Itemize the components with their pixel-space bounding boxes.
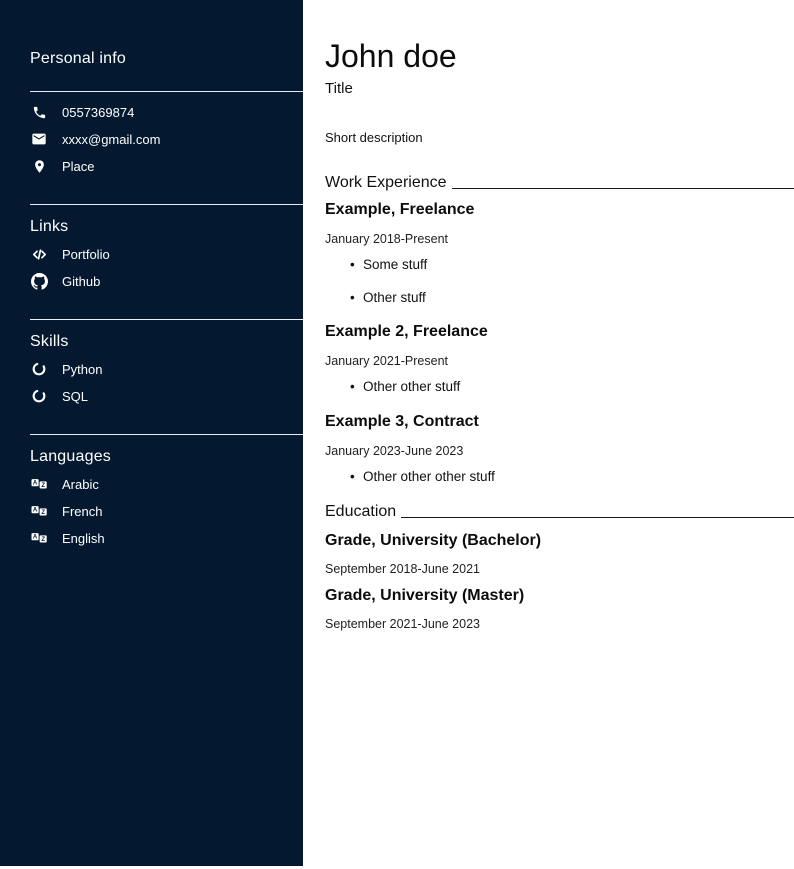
degree-period: September 2018-June 2021 — [325, 562, 794, 576]
sidebar: Personal info 0557369874 xxxx@gmail.com — [0, 0, 303, 866]
skill-item: SQL — [30, 387, 303, 405]
skill-label: Python — [62, 362, 102, 377]
svg-text:Z: Z — [41, 510, 45, 516]
language-item: AZ English — [30, 529, 303, 547]
degree-period: September 2021-June 2023 — [325, 617, 794, 631]
svg-text:A: A — [33, 508, 38, 514]
location-row: Place — [30, 157, 303, 175]
header-rule — [452, 188, 794, 189]
circle-notch-icon — [30, 360, 48, 378]
bullet-item: Other stuff — [325, 291, 794, 306]
job-bullets: Other other other stuff — [325, 470, 794, 485]
email-address: xxxx@gmail.com — [62, 132, 160, 147]
language-label: French — [62, 504, 102, 519]
skills-section: Skills Python SQL — [30, 320, 303, 434]
svg-text:A: A — [33, 535, 38, 541]
job-bullets: Other other stuff — [325, 380, 794, 395]
job-bullets: Some stuff Other stuff — [325, 258, 794, 306]
work-entry: Example, Freelance January 2018-Present … — [325, 201, 794, 306]
person-title: Title — [325, 80, 794, 97]
job-period: January 2018-Present — [325, 232, 794, 246]
education-entry: Grade, University (Master) September 202… — [325, 587, 794, 631]
resume-page: Personal info 0557369874 xxxx@gmail.com — [0, 0, 794, 869]
person-name: John doe — [325, 38, 794, 75]
language-icon: AZ — [30, 529, 48, 547]
skill-item: Python — [30, 360, 303, 378]
portfolio-label: Portfolio — [62, 247, 110, 262]
education-header: Education — [325, 503, 794, 521]
language-icon: AZ — [30, 475, 48, 493]
degree-title: Grade, University (Master) — [325, 587, 794, 605]
job-title: Example 3, Contract — [325, 413, 794, 431]
location-text: Place — [62, 159, 95, 174]
language-item: AZ Arabic — [30, 475, 303, 493]
personal-info-heading: Personal info — [30, 50, 303, 68]
phone-icon — [30, 103, 48, 121]
location-pin-icon — [30, 157, 48, 175]
education-heading: Education — [325, 503, 396, 521]
work-entry: Example 2, Freelance January 2021-Presen… — [325, 323, 794, 395]
work-entry: Example 3, Contract January 2023-June 20… — [325, 413, 794, 485]
envelope-icon — [30, 130, 48, 148]
degree-title: Grade, University (Bachelor) — [325, 532, 794, 550]
circle-notch-icon — [30, 387, 48, 405]
svg-text:Z: Z — [41, 537, 45, 543]
links-section: Links Portfolio Github — [30, 205, 303, 319]
job-period: January 2023-June 2023 — [325, 444, 794, 458]
work-experience-header: Work Experience — [325, 174, 794, 192]
language-label: Arabic — [62, 477, 99, 492]
bullet-item: Some stuff — [325, 258, 794, 273]
phone-row: 0557369874 — [30, 103, 303, 121]
skill-label: SQL — [62, 389, 88, 404]
svg-text:Z: Z — [41, 483, 45, 489]
bullet-item: Other other other stuff — [325, 470, 794, 485]
github-icon — [30, 272, 48, 290]
education-entry: Grade, University (Bachelor) September 2… — [325, 532, 794, 576]
language-item: AZ French — [30, 502, 303, 520]
language-label: English — [62, 531, 105, 546]
languages-heading: Languages — [30, 448, 303, 466]
links-heading: Links — [30, 218, 303, 236]
job-title: Example, Freelance — [325, 201, 794, 219]
portfolio-link[interactable]: Portfolio — [30, 245, 303, 263]
language-icon: AZ — [30, 502, 48, 520]
svg-text:A: A — [33, 481, 38, 487]
bullet-item: Other other stuff — [325, 380, 794, 395]
job-title: Example 2, Freelance — [325, 323, 794, 341]
divider — [30, 91, 303, 92]
main-content: John doe Title Short description Work Ex… — [303, 0, 794, 869]
skills-heading: Skills — [30, 333, 303, 351]
personal-info-section: Personal info 0557369874 xxxx@gmail.com — [30, 50, 303, 204]
header-rule — [401, 517, 794, 518]
code-icon — [30, 245, 48, 263]
email-row: xxxx@gmail.com — [30, 130, 303, 148]
github-link[interactable]: Github — [30, 272, 303, 290]
phone-number: 0557369874 — [62, 105, 134, 120]
short-description: Short description — [325, 130, 794, 145]
work-experience-heading: Work Experience — [325, 174, 447, 192]
languages-section: Languages AZ Arabic AZ French AZ — [30, 435, 303, 576]
job-period: January 2021-Present — [325, 354, 794, 368]
github-label: Github — [62, 274, 100, 289]
